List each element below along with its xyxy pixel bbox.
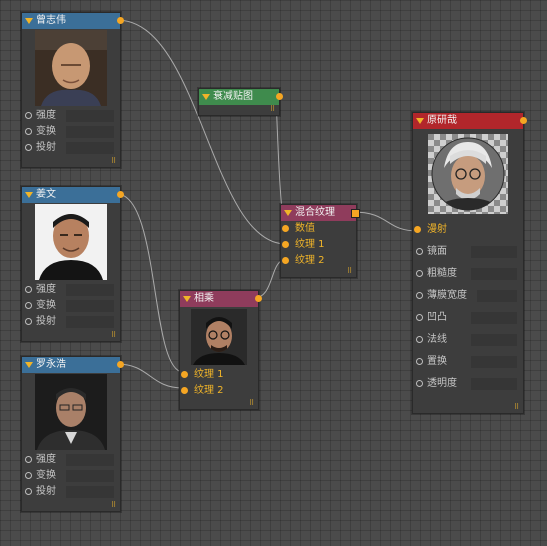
input-projection[interactable]: 投射 <box>22 484 120 500</box>
input-opacity[interactable]: 透明度 <box>413 373 523 395</box>
input-texture-2[interactable]: 纹理 2 <box>180 383 258 399</box>
node-header[interactable]: 相乘 <box>180 291 262 307</box>
collapse-triangle-icon[interactable] <box>25 362 33 368</box>
input-port[interactable] <box>416 314 423 321</box>
node-title: 姜文 <box>36 189 56 200</box>
input-film-width[interactable]: 薄膜宽度 <box>413 285 523 307</box>
input-strength[interactable]: 强度 <box>22 452 120 468</box>
node-header[interactable]: 曾志伟 <box>22 13 124 29</box>
input-port[interactable] <box>25 488 32 495</box>
portrait-image <box>35 374 107 450</box>
input-port[interactable] <box>25 286 32 293</box>
output-port[interactable] <box>255 295 262 302</box>
input-roughness[interactable]: 粗糙度 <box>413 263 523 285</box>
node-header[interactable]: 姜文 <box>22 187 124 203</box>
wire-luo-to-multiply-tex2 <box>116 363 184 389</box>
input-texture-1[interactable]: 纹理 1 <box>180 367 258 383</box>
input-port[interactable] <box>181 387 188 394</box>
resize-handle-icon[interactable]: ⠿ <box>270 106 277 113</box>
collapse-triangle-icon[interactable] <box>25 18 33 24</box>
input-port[interactable] <box>282 241 289 248</box>
node-title: 罗永浩 <box>36 359 66 370</box>
collapse-triangle-icon[interactable] <box>284 210 292 216</box>
input-port[interactable] <box>25 144 32 151</box>
wire-zeng-to-mix-tex1 <box>116 19 285 245</box>
input-projection[interactable]: 投射 <box>22 314 120 330</box>
input-port[interactable] <box>416 380 423 387</box>
output-port[interactable] <box>117 361 124 368</box>
node-luo[interactable]: 罗永浩 强度 变换 投射 ⠿ <box>21 356 124 512</box>
node-title: 原研哉 <box>427 115 457 126</box>
input-port[interactable] <box>282 257 289 264</box>
output-port[interactable] <box>117 17 124 24</box>
input-port[interactable] <box>416 336 423 343</box>
node-header[interactable]: 衰减贴图 <box>199 89 283 105</box>
resize-handle-icon[interactable]: ⠿ <box>111 332 118 339</box>
node-falloff[interactable]: 衰减贴图 ⠿ <box>198 88 283 116</box>
output-port[interactable] <box>351 209 360 218</box>
input-port[interactable] <box>181 371 188 378</box>
input-port[interactable] <box>25 456 32 463</box>
output-port[interactable] <box>117 191 124 198</box>
input-strength[interactable]: 强度 <box>22 282 120 298</box>
input-transform[interactable]: 变换 <box>22 124 120 140</box>
input-value[interactable]: 数值 <box>281 221 356 237</box>
input-displacement[interactable]: 置换 <box>413 351 523 373</box>
input-projection[interactable]: 投射 <box>22 140 120 156</box>
node-title: 衰减贴图 <box>213 91 253 102</box>
input-port[interactable] <box>25 302 32 309</box>
portrait-image <box>35 204 107 280</box>
input-normal[interactable]: 法线 <box>413 329 523 351</box>
input-port[interactable] <box>25 472 32 479</box>
node-header[interactable]: 混合纹理 <box>281 205 360 221</box>
node-header[interactable]: 原研哉 <box>413 113 527 129</box>
input-transform[interactable]: 变换 <box>22 468 120 484</box>
node-title: 混合纹理 <box>295 207 335 218</box>
input-port[interactable] <box>416 292 423 299</box>
input-port[interactable] <box>416 248 423 255</box>
input-port[interactable] <box>25 128 32 135</box>
collapse-triangle-icon[interactable] <box>183 296 191 302</box>
collapse-triangle-icon[interactable] <box>25 192 33 198</box>
resize-handle-icon[interactable]: ⠿ <box>111 502 118 509</box>
resize-handle-icon[interactable]: ⠿ <box>514 404 521 411</box>
input-port[interactable] <box>282 225 289 232</box>
input-port[interactable] <box>416 270 423 277</box>
output-port[interactable] <box>520 117 527 124</box>
material-preview-sphere <box>428 134 508 214</box>
wire-mix-to-material-diffuse <box>352 211 419 232</box>
portrait-image <box>35 30 107 106</box>
wire-jiang-to-multiply-tex1 <box>116 193 184 373</box>
collapse-triangle-icon[interactable] <box>416 118 424 124</box>
input-port[interactable] <box>414 226 421 233</box>
collapse-triangle-icon[interactable] <box>202 94 210 100</box>
input-port[interactable] <box>25 112 32 119</box>
output-port[interactable] <box>276 93 283 100</box>
resize-handle-icon[interactable]: ⠿ <box>111 158 118 165</box>
input-specular[interactable]: 镜面 <box>413 241 523 263</box>
input-port[interactable] <box>416 358 423 365</box>
input-transform[interactable]: 变换 <box>22 298 120 314</box>
input-bump[interactable]: 凹凸 <box>413 307 523 329</box>
input-texture-2[interactable]: 纹理 2 <box>281 253 356 269</box>
node-multiply[interactable]: 相乘 纹理 1 纹理 2 ⠿ <box>179 290 262 410</box>
node-material[interactable]: 原研哉 漫射 镜面 粗糙度 薄膜宽度 凹凸 法线 置换 透明度 ⠿ <box>412 112 527 414</box>
node-title: 曾志伟 <box>36 15 66 26</box>
node-zeng[interactable]: 曾志伟 强度 变换 投射 ⠿ <box>21 12 124 168</box>
input-texture-1[interactable]: 纹理 1 <box>281 237 356 253</box>
resize-handle-icon[interactable]: ⠿ <box>347 268 354 275</box>
portrait-image <box>191 309 247 365</box>
input-diffuse[interactable]: 漫射 <box>413 219 523 241</box>
node-mix[interactable]: 混合纹理 数值 纹理 1 纹理 2 ⠿ <box>280 204 360 278</box>
node-header[interactable]: 罗永浩 <box>22 357 124 373</box>
node-title: 相乘 <box>194 293 214 304</box>
input-strength[interactable]: 强度 <box>22 108 120 124</box>
node-jiang[interactable]: 姜文 强度 变换 投射 ⠿ <box>21 186 124 342</box>
input-port[interactable] <box>25 318 32 325</box>
resize-handle-icon[interactable]: ⠿ <box>249 400 256 407</box>
